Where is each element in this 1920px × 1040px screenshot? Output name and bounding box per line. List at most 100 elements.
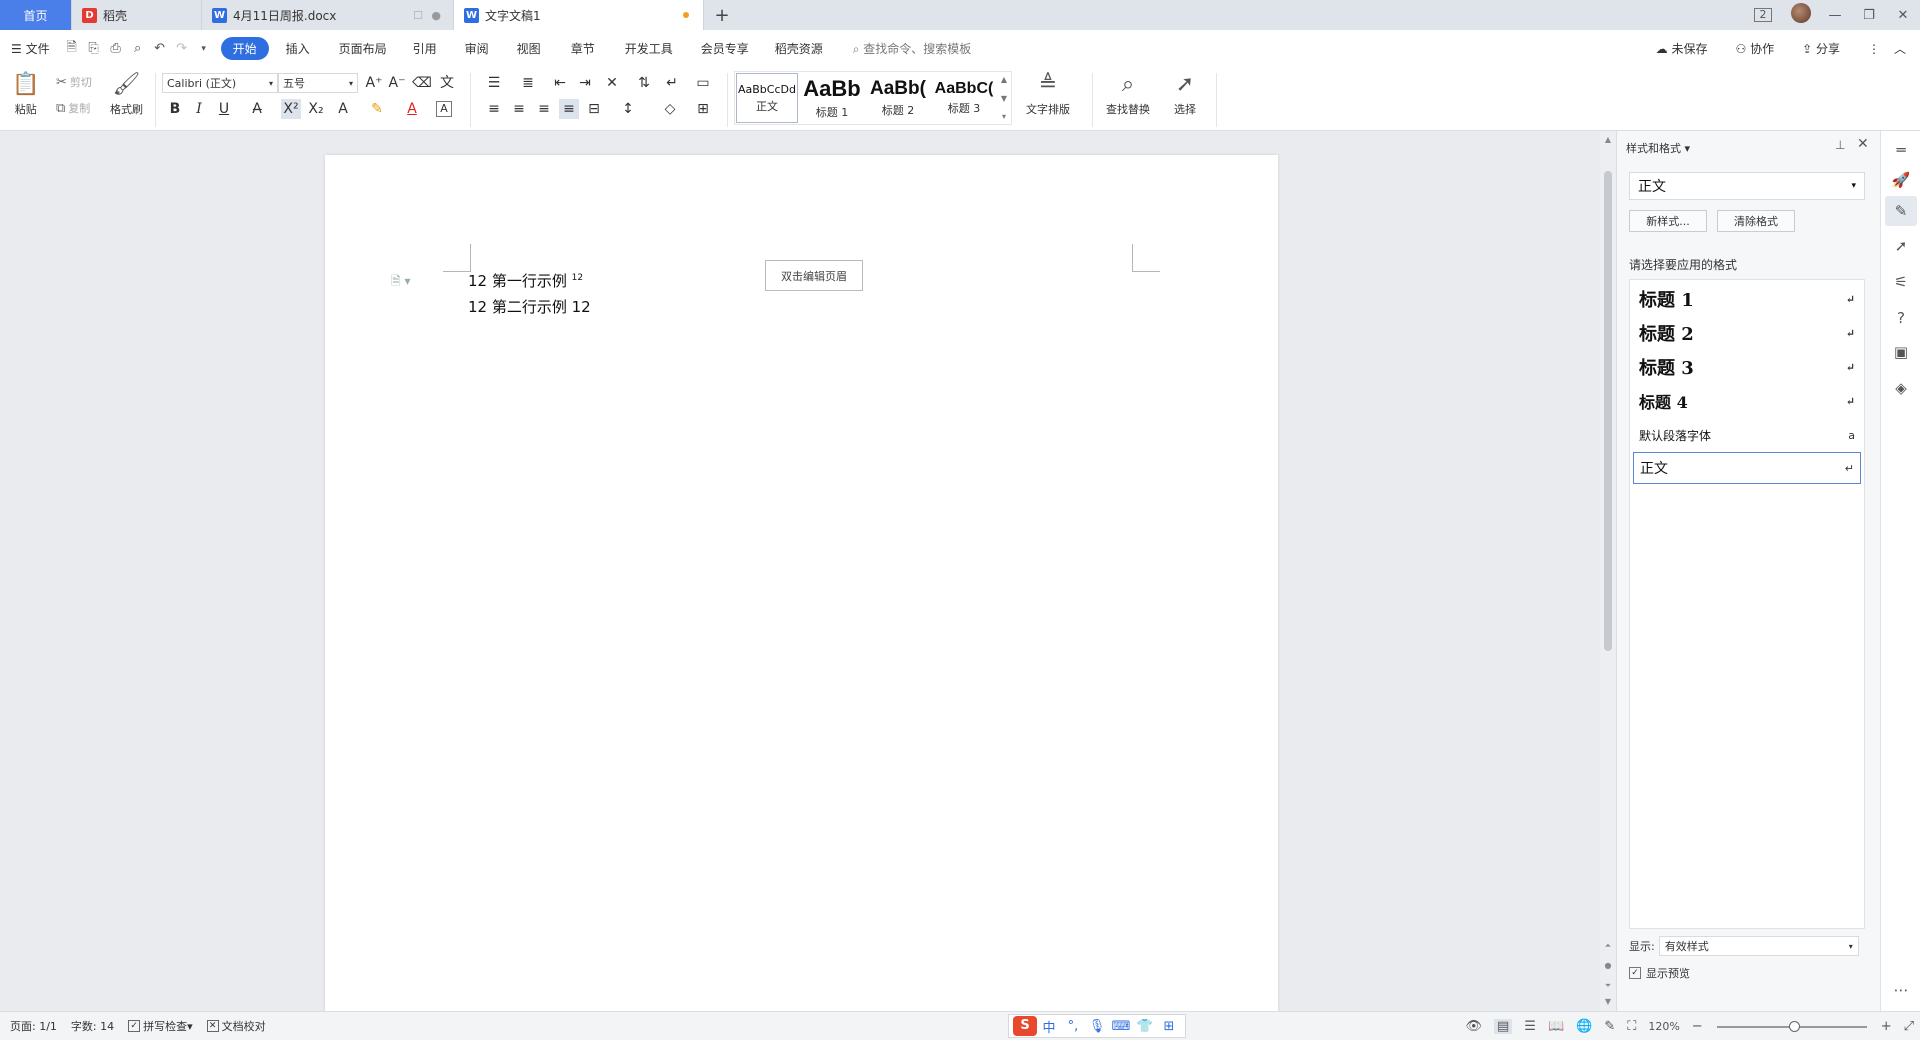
shrink-font-icon[interactable]: A⁻ [387, 73, 407, 93]
numbered-list-icon[interactable]: ≣ [518, 73, 538, 93]
borders-icon[interactable]: ⊞ [693, 99, 713, 119]
export-icon[interactable]: ⎘ [83, 41, 105, 56]
paste-button[interactable]: 📋 粘贴 [12, 71, 39, 117]
list-item[interactable]: 正文 ↵ [1633, 452, 1861, 484]
collab-button[interactable]: ⚇ 协作 [1736, 40, 1789, 57]
close-icon[interactable]: ✕ [1857, 136, 1869, 152]
distribute-icon[interactable]: ⊟ [584, 99, 604, 119]
increase-indent-icon[interactable]: ⇥ [575, 73, 595, 93]
outline-view-icon[interactable]: ☰ [1524, 1019, 1536, 1034]
tab-ruler-icon[interactable]: ▭ [693, 73, 713, 93]
print-icon[interactable]: ⎙ [105, 41, 127, 56]
shading-icon[interactable]: ◇ [660, 99, 680, 119]
menu-docer-resources[interactable]: 稻壳资源 [763, 40, 835, 57]
superscript-icon[interactable]: X² [281, 99, 301, 119]
eye-protection-icon[interactable]: 👁 [1465, 1019, 1482, 1034]
scroll-down-icon[interactable]: ▼ [1600, 997, 1616, 1006]
highlight-icon[interactable]: ✎ [367, 99, 387, 119]
vertical-scrollbar[interactable]: ▲ ⏶ ● ⏷ ▼ [1600, 131, 1616, 1011]
web-view-icon[interactable]: 🌐 [1576, 1019, 1592, 1034]
menu-page-layout[interactable]: 页面布局 [321, 40, 399, 57]
pin-icon[interactable]: ⊥ [1835, 138, 1845, 152]
chevron-down-icon[interactable]: ▼ [1001, 94, 1007, 103]
style-gallery-scroll[interactable]: ▲ ▼ ▾ [997, 72, 1011, 124]
share-button[interactable]: ⇪ 分享 [1802, 40, 1854, 57]
list-item[interactable]: 标题 1 ↵ [1633, 284, 1861, 314]
zoom-slider-knob[interactable] [1788, 1020, 1800, 1032]
menu-view[interactable]: 视图 [503, 40, 555, 57]
location-icon[interactable]: ◈ [1881, 379, 1920, 397]
text-effect-icon[interactable]: A [333, 99, 353, 119]
new-style-button[interactable]: 新样式... [1629, 210, 1707, 232]
word-count[interactable]: 字数: 14 [71, 1018, 114, 1034]
format-painter-button[interactable]: 🖌 格式刷 [110, 71, 143, 117]
edit-header-hint[interactable]: 双击编辑页眉 [765, 260, 863, 291]
close-window-icon[interactable]: ✕ [1886, 8, 1920, 23]
microphone-icon[interactable]: 🎙 [1085, 1019, 1109, 1034]
skin-icon[interactable]: 👕 [1133, 1019, 1157, 1034]
tab-docer[interactable]: D 稻壳 [72, 0, 202, 30]
toolbox-icon[interactable]: ⊞ [1157, 1019, 1181, 1034]
menu-insert[interactable]: 插入 [275, 40, 321, 57]
scroll-up-icon[interactable]: ▲ [1600, 135, 1616, 144]
current-style-select[interactable]: 正文 ▾ [1629, 172, 1865, 200]
menu-review[interactable]: 审阅 [451, 40, 503, 57]
menu-references[interactable]: 引用 [399, 40, 451, 57]
checkbox-checked-icon[interactable]: ✓ [1629, 967, 1641, 979]
zoom-in-icon[interactable]: + [1881, 1019, 1892, 1034]
restore-icon[interactable]: ❐ [1852, 8, 1886, 23]
command-search[interactable]: ⌕ 查找命令、搜索模板 [853, 40, 972, 57]
align-right-icon[interactable]: ≡ [534, 99, 554, 119]
list-item[interactable]: 标题 2 ↵ [1633, 318, 1861, 348]
align-left-icon[interactable]: ≡ [484, 99, 504, 119]
style-normal[interactable]: AaBbCcDd 正文 [736, 73, 798, 123]
minimize-icon[interactable]: — [1818, 8, 1852, 23]
align-center-icon[interactable]: ≡ [509, 99, 529, 119]
sogou-logo-icon[interactable]: S [1013, 1016, 1037, 1036]
ime-language[interactable]: 中 [1037, 1017, 1061, 1036]
sort-icon[interactable]: ⇅ [634, 73, 654, 93]
help-icon[interactable]: ? [1881, 309, 1920, 327]
cut-button[interactable]: ✂ 剪切 [56, 74, 92, 90]
window-count-badge[interactable]: 2 [1754, 8, 1772, 22]
spell-check-toggle[interactable]: ✓ 拼写检查 ▾ [128, 1018, 193, 1034]
save-icon[interactable]: 🗎 [61, 38, 83, 60]
show-marks-icon[interactable]: ↵ [662, 73, 682, 93]
select-cursor-icon[interactable]: ➚ [1881, 237, 1920, 255]
style-heading-1[interactable]: AaBb 标题 1 [799, 72, 865, 124]
font-name-select[interactable]: Calibri (正文) ▾ [162, 73, 278, 93]
eraser-icon[interactable]: ⌫ [412, 73, 432, 93]
style-heading-2[interactable]: AaBb( 标题 2 [865, 72, 931, 124]
file-menu[interactable]: ☰ 文件 [0, 40, 61, 57]
more-icon[interactable]: ⋯ [1881, 981, 1920, 999]
chevron-down-icon[interactable]: ▾ [193, 44, 215, 54]
subscript-icon[interactable]: X₂ [306, 99, 326, 119]
new-tab-button[interactable]: + [704, 0, 740, 30]
bold-button[interactable]: B [165, 99, 185, 119]
collapse-ribbon-icon[interactable]: ︿ [1894, 40, 1906, 57]
chinese-layout-icon[interactable]: ✕ [602, 73, 622, 93]
image-tool-icon[interactable]: ▣ [1881, 343, 1920, 361]
panel-title[interactable]: 样式和格式 ▾ [1626, 140, 1690, 156]
zoom-out-icon[interactable]: − [1692, 1019, 1703, 1034]
style-pen-icon[interactable]: ✎ [1885, 196, 1917, 226]
page-down-icon[interactable]: ⏷ [1600, 981, 1616, 991]
font-color-icon[interactable]: A [402, 99, 422, 119]
redo-icon[interactable]: ↷ [171, 41, 193, 56]
menu-home[interactable]: 开始 [220, 37, 269, 60]
preview-toggle[interactable]: ✓ 显示预览 [1629, 965, 1690, 981]
italic-button[interactable]: I [189, 99, 209, 119]
print-preview-icon[interactable]: ⌕ [127, 41, 149, 56]
decrease-indent-icon[interactable]: ⇤ [550, 73, 570, 93]
doc-paragraph-1[interactable]: 12 第一行示例 12 [468, 270, 583, 291]
copy-button[interactable]: ⧉ 复制 [56, 100, 90, 116]
char-border-icon[interactable]: A [436, 101, 452, 117]
tab-weekly-report[interactable]: W 4月11日周报.docx ☐ ● [202, 0, 454, 30]
menu-developer[interactable]: 开发工具 [611, 40, 687, 57]
clear-format-button[interactable]: 清除格式 [1717, 210, 1795, 232]
paragraph-layout-icon[interactable]: 🗎 ▾ [391, 272, 411, 293]
select-button[interactable]: ➚ 选择 [1174, 71, 1196, 117]
menu-chapter[interactable]: 章节 [555, 40, 611, 57]
fullscreen-icon[interactable]: ⤢ [1904, 1019, 1914, 1034]
expand-icon[interactable]: ▾ [1002, 112, 1006, 121]
